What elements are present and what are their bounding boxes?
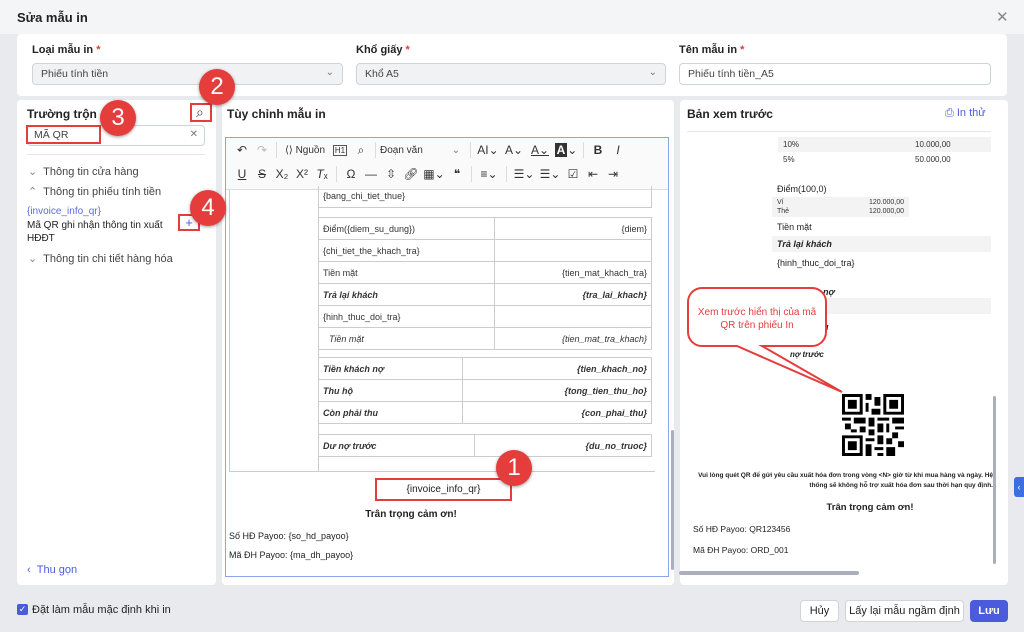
preview-exchange: {hinh_thuc_doi_tra} [777,258,855,268]
cancel-button[interactable]: Hủy [800,600,839,622]
preview-thanks: Trân trọng cảm ơn! [826,502,914,513]
horizontal-line-icon[interactable]: — [361,167,381,181]
field-description: Mã QR ghi nhận thông tin xuất HĐĐT [27,220,163,244]
payment-table: Điểm({diem_su_dung}) {diem} {chi_tiet_the… [317,217,652,350]
tax-row: 10% 10.000,00 [778,137,991,152]
heading-icon[interactable]: H1 [333,144,347,156]
chevron-down-icon: ⌄ [648,67,657,78]
paragraph-select[interactable]: Đoạn văn ⌄ [380,145,466,156]
source-button[interactable]: ⟨⟩ Nguồn [281,145,329,156]
editor-title: Tùy chỉnh mẫu in [227,107,326,121]
divider [687,131,991,132]
prev-debt-table: Dư nợ trước {du_no_truoc} [317,434,652,457]
preview-payment-methods: Ví 120.000,00 Thẻ 120.000,00 [772,197,909,217]
save-button[interactable]: Lưu [970,600,1008,622]
editor-toolbar: ↶ ↷ ⟨⟩ Nguồn H1 ⌕ Đoạn văn ⌄ AI⌄ A⌄ A⌄ A ⌄ … [226,138,668,190]
qr-field-placeholder[interactable]: {invoice_info_qr} [375,478,512,501]
print-test-button[interactable]: ⎙ In thử [945,107,986,120]
group-store-info[interactable]: ⌄ Thông tin cửa hàng [28,165,139,178]
annotation-badge-2: 2 [199,69,235,105]
font-size-icon[interactable]: AI⌄ [475,143,501,157]
redo-icon[interactable]: ↷ [252,143,272,157]
preview-cash: Tiền mặt [777,222,812,232]
special-char-icon[interactable]: Ω [341,167,361,181]
qr-code-image [842,394,904,456]
preview-horizontal-scrollbar[interactable] [679,571,859,575]
preview-vertical-scrollbar[interactable] [993,396,996,564]
chevron-down-icon: ⌄ [325,67,334,78]
strikethrough-icon[interactable]: S [252,167,272,181]
annotation-badge-1: 1 [496,450,532,486]
search-icon-highlight [190,103,212,122]
preview-title: Bản xem trước [687,107,773,121]
callout-bubble [687,287,843,393]
editor-payoo-invoice: Số HĐ Payoo: {so_hd_payoo} [229,531,349,541]
table-icon[interactable]: ▦⌄ [421,167,447,181]
preview-return: Trả lại khách [772,236,991,252]
underline-icon[interactable]: U [232,167,252,181]
font-color-icon[interactable]: A⌄ [527,143,553,157]
bullet-list-icon[interactable]: ☰⌄ [511,167,537,181]
outdent-icon[interactable]: ⇤ [583,167,603,181]
default-checkbox[interactable]: ✓ [17,604,28,615]
annotation-badge-3: 3 [100,100,136,136]
callout-text: Xem trước hiển thị của mã QR trên phiếu … [697,307,817,331]
bold-icon[interactable]: B [588,143,608,157]
page-border [229,471,655,472]
reset-template-button[interactable]: Lấy lại mẫu ngầm định [845,600,964,622]
field-code: {invoice_info_qr} [27,206,101,217]
editor-payoo-order: Mã ĐH Payoo: {ma_dh_payoo} [229,550,354,560]
numbered-list-icon[interactable]: ☰⌄ [537,167,563,181]
annotation-badge-4: 4 [190,190,226,226]
editor-scrollbar[interactable] [671,430,674,570]
quote-icon[interactable]: ❝ [447,167,467,181]
italic-icon[interactable]: I [608,143,628,157]
debt-table: Tiền khách nợ {tien_khach_no} Thu hộ {tong… [317,357,652,424]
type-label: Loại mẫu in * [32,44,101,56]
group-item-details[interactable]: ⌄ Thông tin chi tiết hàng hóa [28,252,173,265]
tax-row: 5% 50.000,00 [783,155,951,164]
side-expand-tab[interactable]: ‹ [1014,477,1024,497]
dialog-title: Sửa mẫu in [17,10,88,25]
group-receipt-info[interactable]: ⌃ Thông tin phiếu tính tiền [28,185,161,198]
preview-payoo-order: Mã ĐH Payoo: ORD_001 [693,545,789,555]
page-border [229,190,230,472]
undo-icon[interactable]: ↶ [232,143,252,157]
paper-select[interactable]: Khổ A5 ⌄ [356,63,666,85]
search-highlight [26,125,101,144]
type-select[interactable]: Phiếu tính tiền ⌄ [32,63,343,85]
name-input[interactable]: Phiếu tính tiền_A5 [679,63,991,85]
default-label: Đặt làm mẫu mặc định khi in [32,604,171,616]
divider [27,154,205,155]
preview-payoo-invoice: Số HĐ Payoo: QR123456 [693,524,791,534]
printer-icon: ⎙ [945,107,954,119]
background-color-icon[interactable]: A ⌄ [553,143,579,157]
editor-thanks: Trân trọng cảm ơn! [365,509,457,520]
clear-icon[interactable]: ✕ [190,129,198,140]
todo-list-icon[interactable]: ☑ [563,167,583,181]
name-label: Tên mẫu in * [679,44,745,56]
merge-fields-title: Trường trộn [27,107,97,121]
clear-format-icon[interactable]: Tₓ [312,167,332,181]
paper-label: Khổ giấy * [356,44,410,56]
indent-icon[interactable]: ⇥ [603,167,623,181]
tax-table-placeholder: {bang_chi_tiet_thue} [318,186,652,208]
preview-points: Điểm(100,0) [777,184,827,194]
collapse-button[interactable]: ‹ Thu gọn [27,564,77,576]
dialog-header [0,0,1024,34]
qr-note: Vui lòng quét QR để gửi yêu cầu xuất hóa… [698,472,993,489]
close-icon[interactable]: ✕ [996,8,1009,26]
link-icon[interactable]: 🔗︎ [401,167,421,181]
superscript-icon[interactable]: X² [292,167,312,181]
page-break-icon[interactable]: ⇳ [381,167,401,181]
subscript-icon[interactable]: X₂ [272,167,292,181]
find-replace-icon[interactable]: ⌕ [351,143,371,158]
align-icon[interactable]: ≡⌄ [476,167,502,181]
font-family-icon[interactable]: A⌄ [501,143,527,157]
